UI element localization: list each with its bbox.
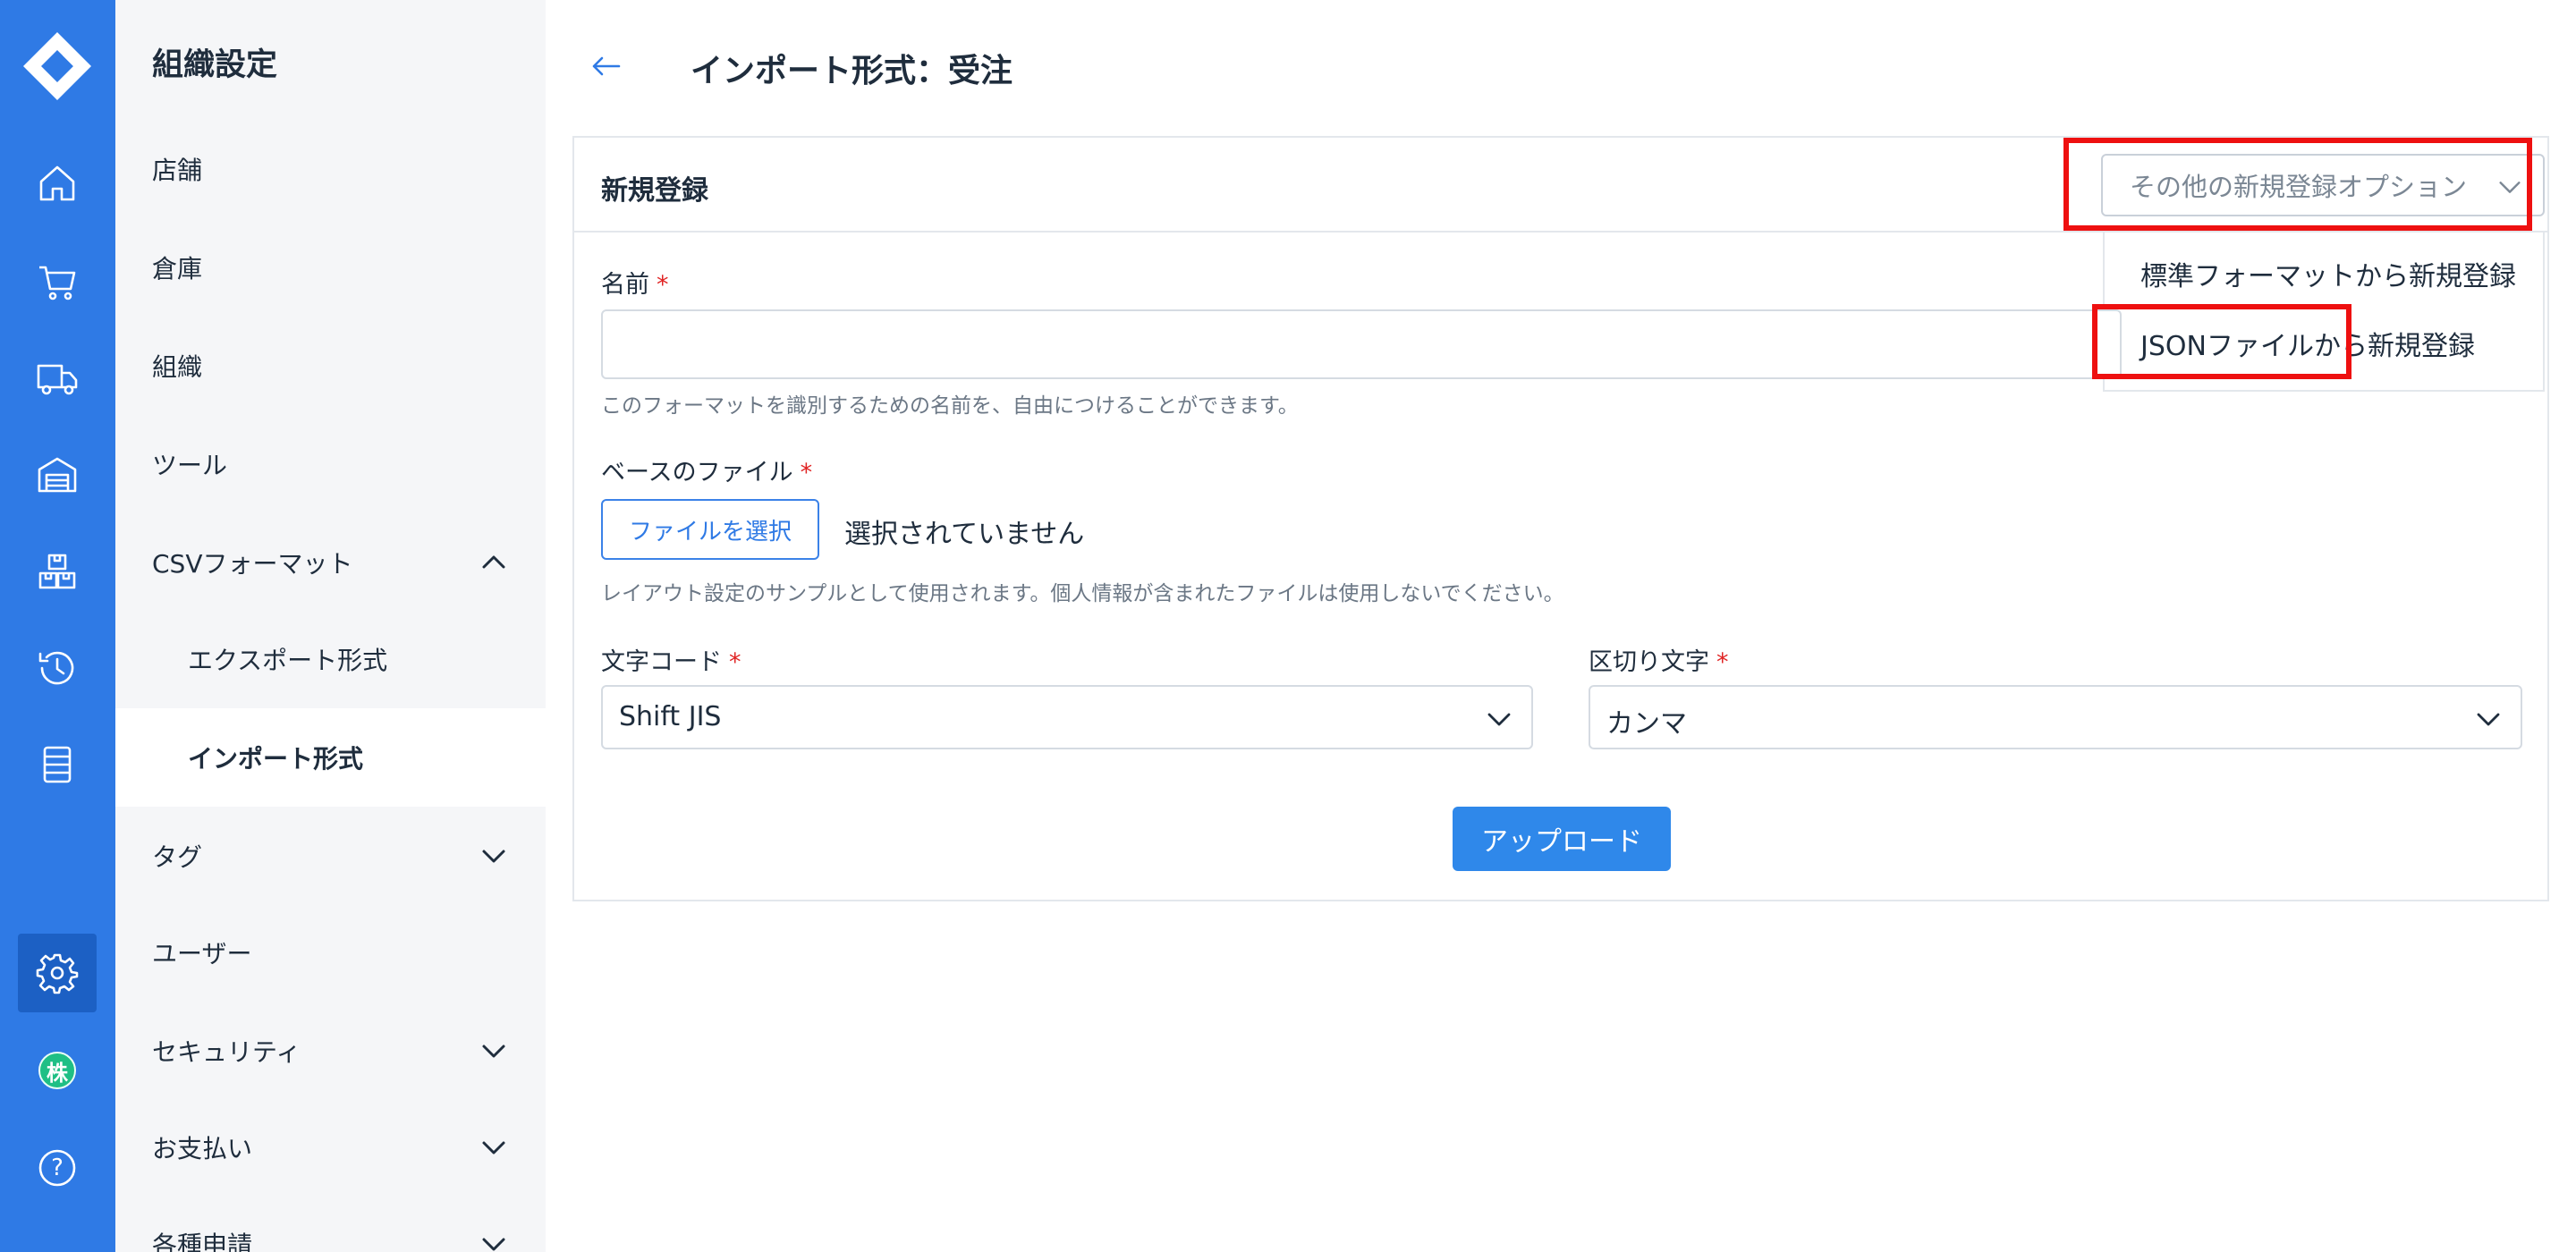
sidebar-title: 組織設定 [152,47,278,83]
encoding-value: Shift JIS [619,701,722,732]
options-dropdown-menu: 標準フォーマットから新規登録 JSONファイルから新規登録 [2103,233,2545,392]
menu-item-from-standard-format[interactable]: 標準フォーマットから新規登録 [2140,254,2516,293]
gear-icon[interactable] [18,934,97,1012]
choose-file-button[interactable]: ファイルを選択 [601,499,819,560]
sidebar-item-tags[interactable]: タグ [115,807,546,905]
sidebar-item-users[interactable]: ユーザー [115,903,546,1002]
sidebar-item-label: 倉庫 [152,254,203,283]
cart-icon[interactable] [31,256,83,308]
delimiter-value: カンマ [1606,708,1687,740]
logo-icon[interactable] [21,30,93,102]
sidebar-item-csv-format[interactable]: CSVフォーマット [115,513,546,612]
upload-button[interactable]: アップロード [1453,807,1671,871]
encoding-label: 文字コード * [601,642,741,677]
name-label: 名前 * [601,265,669,300]
sidebar-item-label: セキュリティ [152,1037,301,1067]
sidebar-item-payment[interactable]: お支払い [115,1098,546,1197]
sidebar-item-tools[interactable]: ツール [115,415,546,513]
truck-icon[interactable] [31,352,83,404]
icon-rail: 株 ? [0,0,115,1252]
card-header: 新規登録 その他の新規登録オプション [574,138,2547,233]
sidebar-item-label: 各種申請 [152,1231,253,1252]
sidebar-item-label: 組織 [152,352,203,382]
list-icon[interactable] [31,739,83,791]
sidebar-item-label: 店舗 [152,156,203,185]
file-status-text: 選択されていません [844,519,1085,550]
main-content: インポート形式：受注 新規登録 その他の新規登録オプション 標準フォーマットから… [546,0,2576,1252]
sidebar-item-organization[interactable]: 組織 [115,317,546,415]
back-arrow-icon[interactable] [589,48,624,84]
required-mark: * [729,648,741,676]
help-glyph: ? [51,1155,64,1181]
card-title: 新規登録 [601,175,708,207]
chevron-down-icon [1487,713,1511,726]
chevron-down-icon [2477,713,2500,726]
more-options-label: その他の新規登録オプション [2130,172,2468,202]
page-title: インポート形式：受注 [691,53,1013,89]
delimiter-label: 区切り文字 * [1589,642,1729,677]
sidebar-item-label: CSVフォーマット [152,549,353,579]
encoding-select[interactable]: Shift JIS [601,685,1533,749]
name-help-text: このフォーマットを識別するための名前を、自由につけることができます。 [601,394,1299,418]
base-file-help-text: レイアウト設定のサンプルとして使用されます。個人情報が含まれたファイルは使用しな… [601,582,1564,605]
home-icon[interactable] [31,157,83,209]
history-icon[interactable] [31,642,83,694]
sidebar-item-export-format[interactable]: エクスポート形式 [115,610,546,708]
required-mark: * [1716,648,1729,676]
more-options-dropdown-button[interactable]: その他の新規登録オプション [2101,154,2545,216]
chevron-down-icon [482,1045,505,1058]
encoding-label-text: 文字コード [601,648,722,676]
sidebar-item-label: エクスポート形式 [188,646,388,675]
settings-sidebar: 組織設定 店舗 倉庫 組織 ツール CSVフォーマット エクスポート形式 インポ… [115,0,546,1252]
delimiter-label-text: 区切り文字 [1589,648,1709,676]
sidebar-item-label: タグ [152,842,203,872]
sidebar-item-warehouses[interactable]: 倉庫 [115,218,546,317]
required-mark: * [800,459,813,486]
sidebar-item-applications[interactable]: 各種申請 [115,1195,546,1252]
chevron-down-icon [482,1141,505,1155]
help-icon[interactable]: ? [31,1142,83,1194]
sidebar-item-label: ユーザー [152,939,252,969]
sidebar-item-label: インポート形式 [188,744,364,774]
required-mark: * [657,271,669,299]
base-file-label: ベースのファイル * [601,453,812,487]
chevron-down-icon [2499,182,2521,193]
boxes-icon[interactable] [31,546,83,597]
company-icon[interactable]: 株 [31,1045,83,1096]
company-badge: 株 [38,1052,76,1089]
chevron-down-icon [482,1238,505,1251]
delimiter-select[interactable]: カンマ [1589,685,2522,749]
sidebar-item-label: ツール [152,451,228,480]
sidebar-item-stores[interactable]: 店舗 [115,120,546,218]
chevron-down-icon [482,850,505,863]
sidebar-item-label: お支払い [152,1134,253,1163]
base-file-label-text: ベースのファイル [601,459,793,486]
name-label-text: 名前 [601,271,649,299]
chevron-up-icon [482,555,505,569]
name-input[interactable] [601,309,2122,379]
warehouse-icon[interactable] [31,449,83,501]
new-registration-card: 新規登録 その他の新規登録オプション 標準フォーマットから新規登録 JSONファ… [572,136,2549,901]
sidebar-item-security[interactable]: セキュリティ [115,1002,546,1100]
sidebar-item-import-format[interactable]: インポート形式 [115,708,546,807]
menu-item-from-json-file[interactable]: JSONファイルから新規登録 [2140,324,2475,363]
